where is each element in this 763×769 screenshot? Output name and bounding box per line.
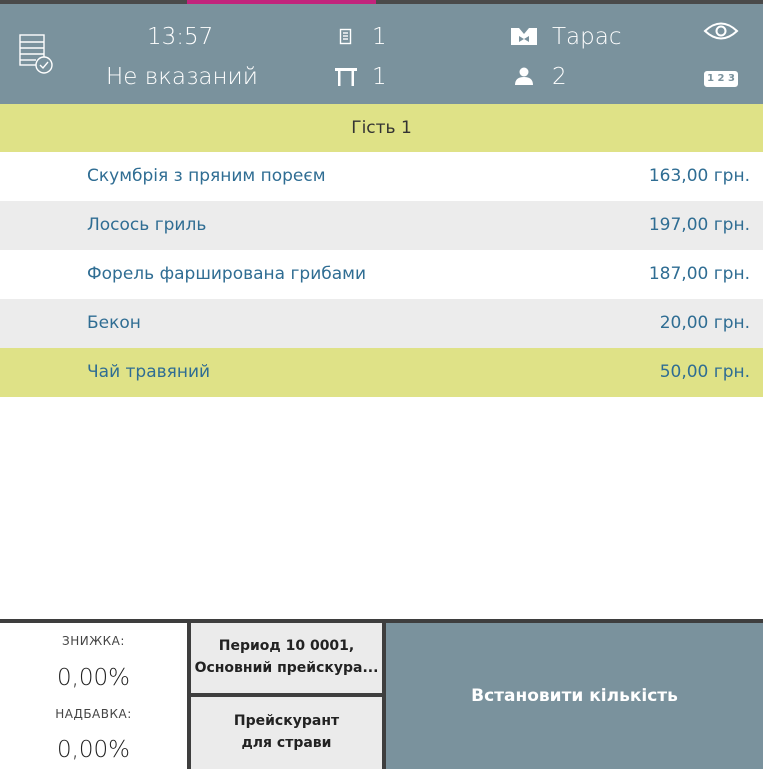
guest-header[interactable]: Гість 1 xyxy=(0,104,763,152)
item-name: Бекон xyxy=(87,313,141,333)
discount-label: ЗНИЖКА: xyxy=(62,634,125,648)
list-item[interactable]: Бекон 20,00 грн. xyxy=(0,299,763,348)
person-icon xyxy=(514,66,534,86)
list-item[interactable]: Лосось гриль 197,00 грн. xyxy=(0,201,763,250)
item-name: Скумбрія з пряним пореєм xyxy=(87,166,326,186)
order-header: 13:57 Не вказаний 1 1 Тарас 2 1 2 3 xyxy=(0,4,763,104)
item-price: 163,00 грн. xyxy=(648,166,750,186)
receipt-icon xyxy=(339,28,353,46)
table-icon xyxy=(334,66,358,88)
item-name: Форель фарширована грибами xyxy=(87,264,367,284)
item-price: 187,00 грн. xyxy=(648,264,750,284)
dish-pricelist-button[interactable]: Прейскурант для страви xyxy=(191,697,382,769)
list-item[interactable]: Форель фарширована грибами 187,00 грн. xyxy=(0,250,763,299)
customer-name[interactable]: Не вказаний xyxy=(106,66,258,89)
waiter-icon xyxy=(510,26,538,48)
order-list-check-icon[interactable] xyxy=(18,32,54,76)
set-quantity-button[interactable]: Встановити кількість xyxy=(386,623,763,769)
waiter-name[interactable]: Тарас xyxy=(552,26,621,49)
pricelist-line-1: Прейскурант xyxy=(233,713,340,730)
table-number: 1 xyxy=(372,64,387,90)
item-name: Лосось гриль xyxy=(87,215,207,235)
item-price: 50,00 грн. xyxy=(659,362,750,382)
bottom-panel: ЗНИЖКА: 0,00% НАДБАВКА: 0,00% Период 10 … xyxy=(0,619,763,769)
list-item-selected[interactable]: Чай травяний 50,00 грн. xyxy=(0,348,763,397)
item-price: 20,00 грн. xyxy=(659,313,750,333)
discount-value: 0,00% xyxy=(56,665,131,691)
pricelist-line-2: для страви xyxy=(241,735,332,751)
set-quantity-label: Встановити кількість xyxy=(471,686,678,706)
order-time: 13:57 xyxy=(147,24,214,50)
discount-markup-panel[interactable]: ЗНИЖКА: 0,00% НАДБАВКА: 0,00% xyxy=(0,623,187,769)
numbering-badge-label: 1 2 3 xyxy=(707,73,735,84)
order-items-list: Скумбрія з пряним пореєм 163,00 грн. Лос… xyxy=(0,152,763,397)
numbering-badge[interactable]: 1 2 3 xyxy=(704,71,738,87)
item-name: Чай травяний xyxy=(87,362,211,382)
order-count: 1 xyxy=(372,24,387,50)
markup-value: 0,00% xyxy=(56,737,131,763)
list-item[interactable]: Скумбрія з пряним пореєм 163,00 грн. xyxy=(0,152,763,201)
period-pricelist-button[interactable]: Период 10 0001, Основний прейскура... xyxy=(191,623,382,693)
markup-label: НАДБАВКА: xyxy=(55,707,132,721)
item-price: 197,00 грн. xyxy=(648,215,750,235)
guest-label: Гість 1 xyxy=(351,118,412,138)
period-line-1: Период 10 0001, xyxy=(218,638,355,655)
eye-icon[interactable] xyxy=(703,20,739,42)
period-line-2: Основний прейскура... xyxy=(194,660,379,676)
guest-count[interactable]: 2 xyxy=(552,66,567,89)
